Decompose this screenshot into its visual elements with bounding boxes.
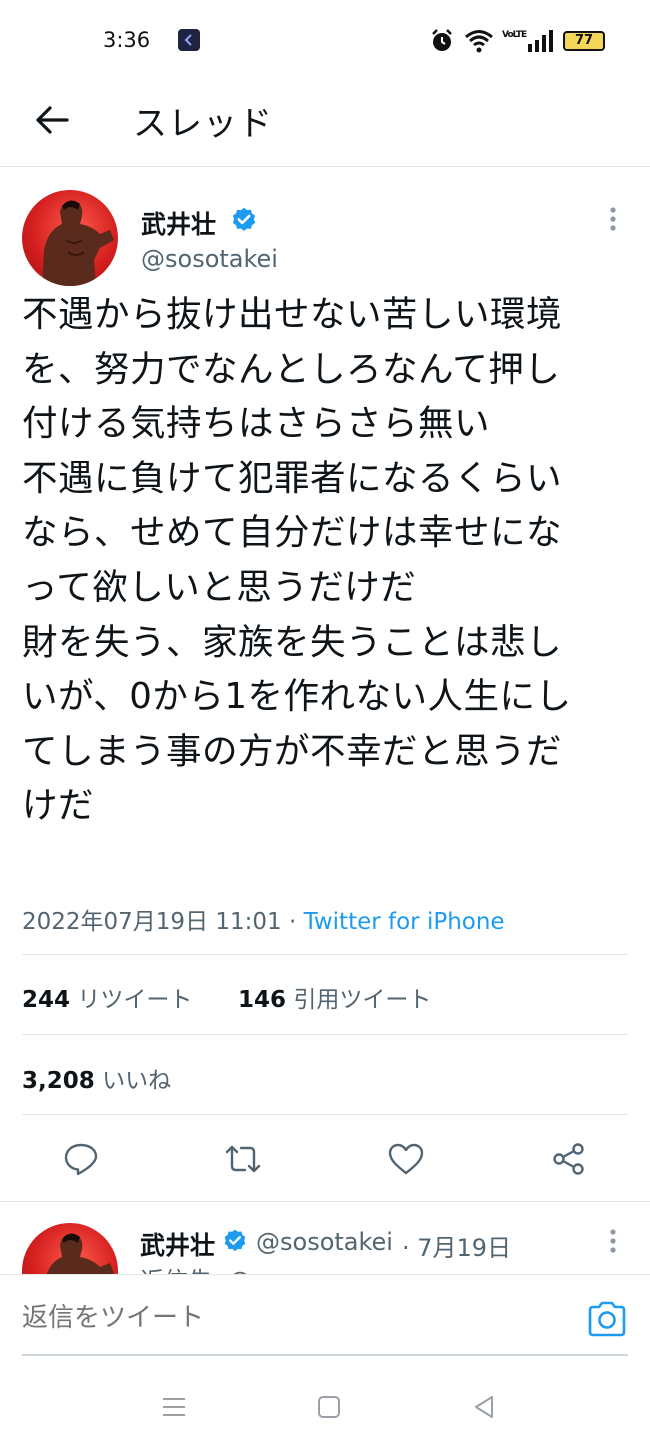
- volte-indicator: VoLTE: [502, 30, 527, 40]
- share-button[interactable]: [546, 1136, 592, 1182]
- verified-badge-icon: [232, 207, 256, 231]
- like-stats[interactable]: 3,208 いいね: [22, 1061, 171, 1095]
- author-name[interactable]: 武井壮: [141, 205, 216, 241]
- reply-author-name[interactable]: 武井壮: [140, 1226, 215, 1262]
- reply-author-handle[interactable]: @sosotakei: [256, 1228, 393, 1256]
- tweet-source[interactable]: Twitter for iPhone: [304, 909, 505, 935]
- nav-menu-button[interactable]: [154, 1390, 194, 1424]
- nav-back-button[interactable]: [464, 1390, 504, 1424]
- system-nav-bar: [0, 1370, 650, 1444]
- divider: [22, 1034, 628, 1035]
- more-vertical-icon[interactable]: [604, 1226, 622, 1256]
- reply-icon: [64, 1143, 98, 1176]
- retweet-button[interactable]: [220, 1136, 266, 1182]
- tweet-text: 不遇から抜け出せない苦しい環境 を、努力でなんとしろなんて押し 付ける気持ちはさ…: [22, 294, 572, 827]
- quote-stats[interactable]: 146 引用ツイート: [238, 980, 431, 1014]
- reply-avatar[interactable]: [22, 1223, 118, 1274]
- arrow-left-icon: [36, 106, 69, 134]
- signal-icon: [528, 30, 553, 52]
- reply-date: · 7月19日: [402, 1234, 512, 1262]
- retweet-stats[interactable]: 244 リツイート: [22, 980, 192, 1014]
- nav-home-icon: [318, 1396, 340, 1418]
- avatar[interactable]: [22, 190, 118, 286]
- author-handle[interactable]: @sosotakei: [141, 245, 278, 273]
- battery-icon: 77: [563, 31, 605, 51]
- page-title: スレッド: [133, 104, 273, 144]
- heart-icon: [388, 1143, 424, 1175]
- alarm-icon: [432, 29, 452, 51]
- tweet-timestamp[interactable]: 2022年07月19日 11:01: [22, 909, 282, 935]
- retweet-icon: [225, 1145, 261, 1173]
- status-time: 3:36: [103, 28, 151, 52]
- verified-badge-icon: [224, 1229, 246, 1252]
- divider: [22, 954, 628, 955]
- share-icon: [553, 1143, 584, 1175]
- reply-input[interactable]: [22, 1303, 542, 1333]
- nav-back-icon: [475, 1396, 493, 1418]
- avatar-photo: [46, 1233, 114, 1274]
- reply-button[interactable]: [58, 1136, 104, 1182]
- reply-to-label: 返信先: @: [140, 1261, 252, 1274]
- reply-input-underline: [22, 1354, 628, 1356]
- reply-composer: [0, 1274, 650, 1356]
- more-vertical-icon[interactable]: [604, 204, 622, 234]
- avatar-photo: [42, 200, 114, 286]
- camera-icon[interactable]: [586, 1300, 628, 1338]
- nav-menu-icon: [163, 1398, 185, 1416]
- reply-tweet-preview[interactable]: 武井壮 @sosotakei · 7月19日 返信先: @: [0, 1202, 650, 1274]
- status-bar: 3:36 VoLTE 77: [0, 0, 650, 82]
- nav-home-button[interactable]: [309, 1390, 349, 1424]
- app-notification-icon: [178, 29, 200, 51]
- tweet-meta: 2022年07月19日 11:01 · Twitter for iPhone: [22, 909, 505, 935]
- back-button[interactable]: [30, 98, 74, 142]
- like-button[interactable]: [383, 1136, 429, 1182]
- thread-header: スレッド: [0, 82, 650, 167]
- divider: [22, 1114, 628, 1115]
- wifi-icon: [465, 30, 493, 53]
